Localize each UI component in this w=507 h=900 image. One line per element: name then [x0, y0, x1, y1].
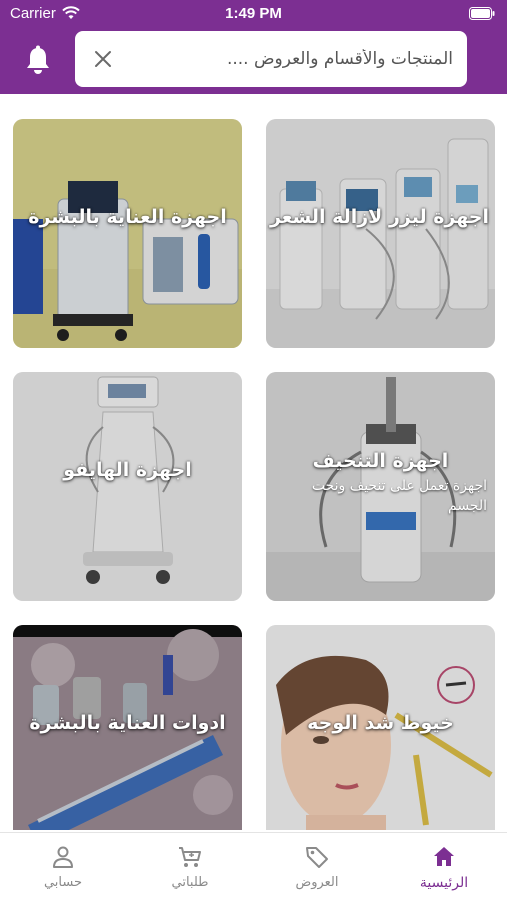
category-card-threads[interactable]: خيوط شد الوجه	[266, 625, 495, 830]
tab-home-label: الرئيسية	[419, 875, 469, 891]
category-card-skin-devices[interactable]: اجهزة العناية بالبشرة	[13, 119, 242, 348]
tab-offers-label: العروض	[295, 875, 339, 890]
status-time: 1:49 PM	[225, 5, 282, 22]
category-title: اجهزة التنحيف	[312, 450, 449, 472]
search-bar	[75, 31, 467, 87]
top-header: Carrier 1:49 PM	[0, 0, 507, 94]
category-subtitle: اجهزة تعمل على تنحيف ونحت الجسم	[311, 478, 487, 514]
search-input[interactable]	[127, 41, 453, 77]
app-screen: Carrier 1:49 PM المنتجات والأقسام والعرو…	[0, 0, 507, 900]
category-title: اجهزة العناية بالبشرة	[28, 206, 227, 228]
tab-offers[interactable]: العروض	[254, 833, 380, 900]
tag-icon	[306, 847, 328, 868]
battery-icon	[469, 7, 495, 20]
tab-account-label: حسابي	[43, 875, 83, 890]
tab-orders-label: طلباتي	[171, 875, 209, 890]
bottom-tab-bar: الرئيسية العروض طلباتي حسابي	[0, 832, 507, 900]
category-card-hifu[interactable]: اجهزة الهايفو	[13, 372, 242, 601]
category-title: اجهزة الهايفو	[63, 459, 192, 481]
category-title: ادوات العناية بالبشرة	[29, 712, 226, 734]
notifications-button[interactable]	[18, 40, 58, 80]
card-overlay	[13, 119, 242, 348]
close-icon	[95, 51, 111, 67]
clear-search-button[interactable]	[89, 45, 117, 73]
tab-account[interactable]: حسابي	[0, 833, 126, 900]
home-icon	[434, 847, 454, 866]
category-card-skin-tools[interactable]: ادوات العناية بالبشرة	[13, 625, 242, 830]
status-bar: Carrier 1:49 PM	[0, 0, 507, 28]
cart-icon	[179, 847, 201, 867]
bell-icon	[27, 45, 49, 74]
card-overlay	[13, 372, 242, 601]
category-title: خيوط شد الوجه	[307, 712, 454, 734]
category-title: اجهزة ليزر لازالة الشعر	[269, 206, 489, 228]
person-icon	[53, 846, 73, 868]
category-grid: اجهزة ليزر لازالة الشعر اجهزة العناية با…	[0, 94, 507, 830]
tab-orders[interactable]: طلباتي	[127, 833, 253, 900]
category-card-laser[interactable]: اجهزة ليزر لازالة الشعر	[266, 119, 495, 348]
tab-home[interactable]: الرئيسية	[381, 833, 507, 900]
category-card-slimming[interactable]: اجهزة التنحيف اجهزة تعمل على تنحيف ونحت …	[266, 372, 495, 601]
card-overlay	[266, 119, 495, 348]
